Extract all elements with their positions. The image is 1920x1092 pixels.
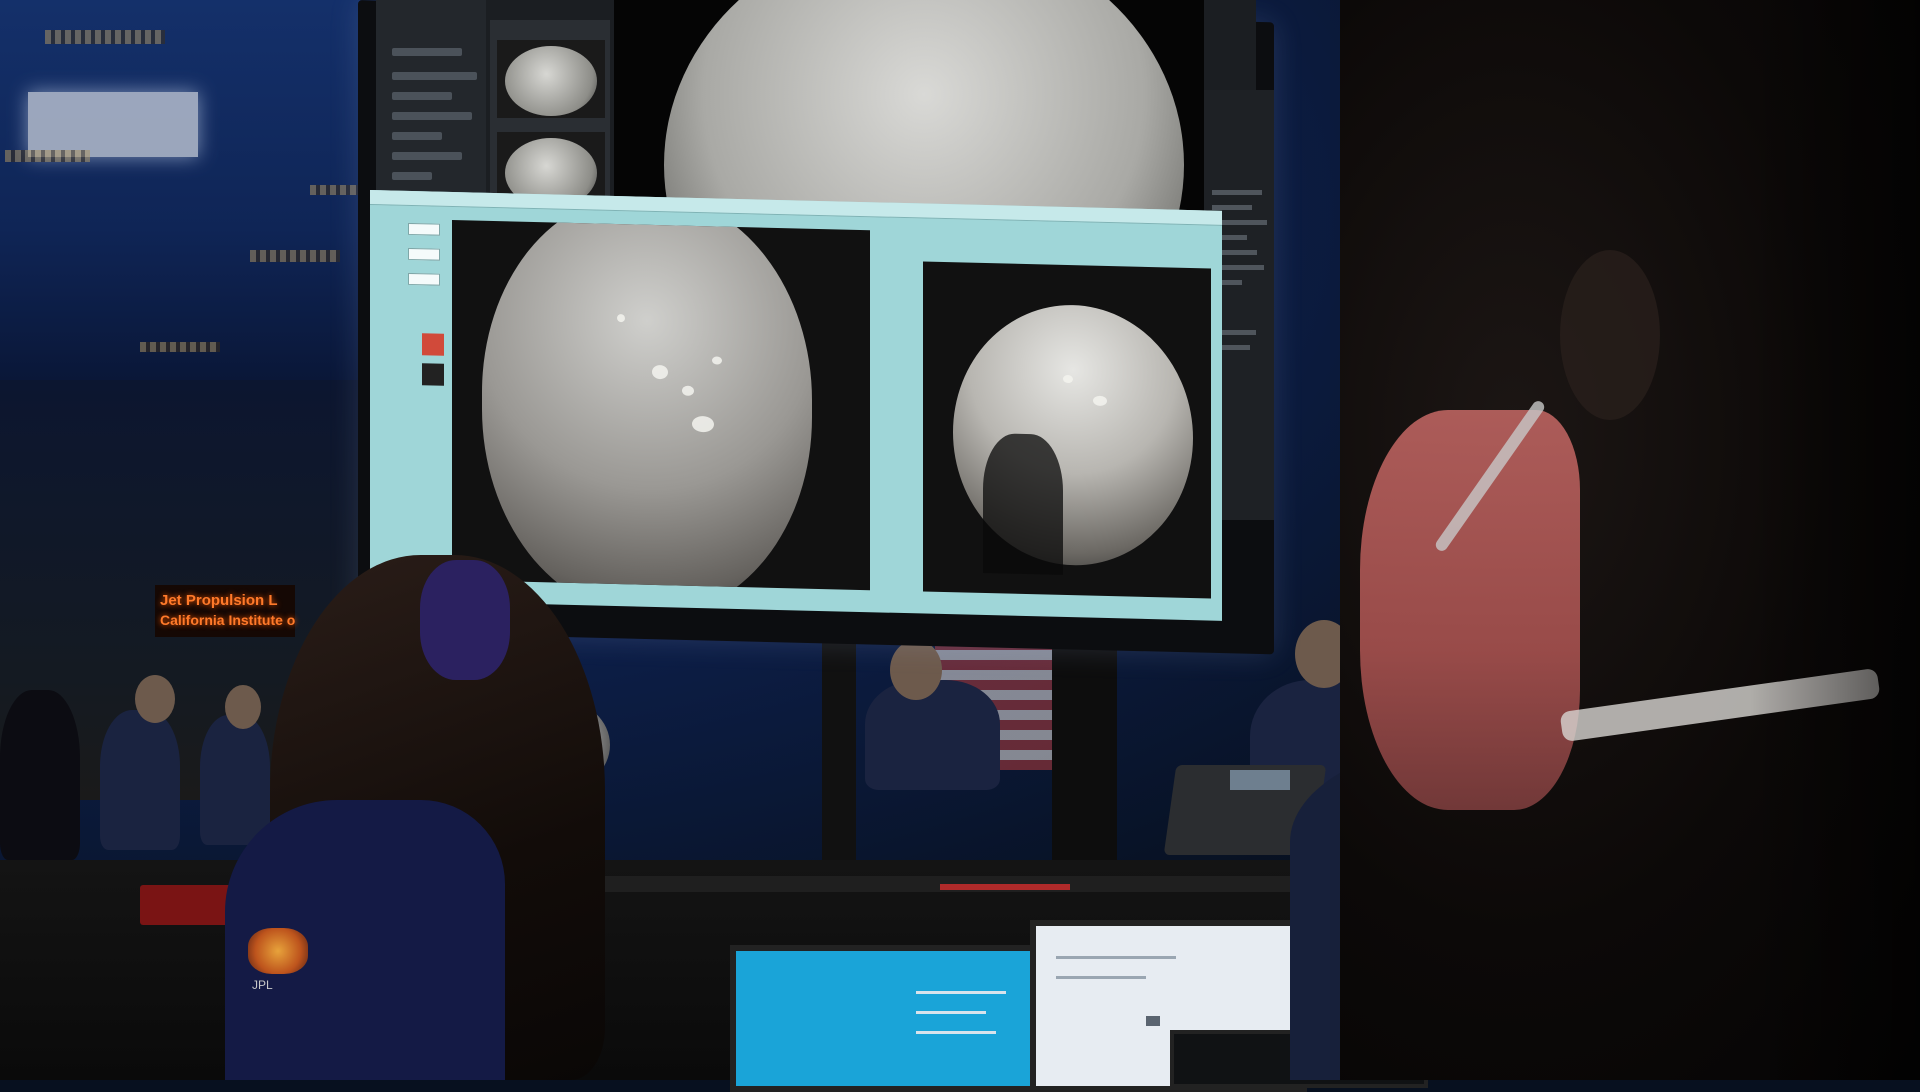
ceiling-light	[28, 92, 198, 157]
metadata-row	[1212, 190, 1262, 195]
ceiling-vent	[310, 185, 360, 195]
ceiling-vent	[250, 250, 340, 262]
background-person	[0, 690, 80, 860]
shadow-overlay	[1750, 0, 1920, 1080]
monitor-stand	[1052, 632, 1117, 872]
metadata-row	[1212, 205, 1252, 210]
ceiling-vent	[5, 150, 90, 162]
mars-surface-image-right	[923, 261, 1211, 599]
foreground-person-ear	[1560, 250, 1660, 420]
side-panel-row	[392, 132, 442, 140]
input-field[interactable]	[408, 247, 440, 261]
image-compare-window	[370, 190, 1222, 621]
pink-face-mask	[1360, 410, 1580, 810]
ceiling-vent	[45, 30, 165, 44]
background-person	[100, 710, 180, 850]
mission-logo-patch	[248, 928, 308, 974]
side-panel-row	[392, 172, 432, 180]
input-field[interactable]	[408, 222, 440, 236]
thumbnail-image[interactable]	[497, 40, 605, 118]
side-panel-row	[392, 48, 462, 56]
side-panel-row	[392, 152, 462, 160]
window-controls	[378, 212, 448, 594]
monitor-stand	[822, 632, 856, 872]
desk-monitor-left	[730, 945, 1042, 1092]
background-person-head	[135, 675, 175, 723]
side-panel-row	[392, 92, 452, 100]
jpl-sign-line-2: California Institute o	[160, 612, 296, 628]
phone-screen	[1230, 770, 1290, 790]
desk-red-strip	[940, 884, 1070, 890]
background-person	[200, 715, 270, 845]
ceiling-vent	[140, 342, 220, 352]
side-panel-row	[392, 72, 477, 80]
shirt-logo-text: JPL	[252, 978, 273, 992]
background-person-head	[890, 640, 942, 700]
headband	[420, 560, 510, 680]
mars-surface-image-left	[452, 220, 870, 591]
viewer-toolbar[interactable]	[560, 600, 1030, 616]
jpl-sign-line-1: Jet Propulsion L	[160, 592, 278, 609]
input-field[interactable]	[408, 272, 440, 286]
side-panel-row	[392, 112, 472, 120]
background-person-head	[225, 685, 261, 729]
color-swatch[interactable]	[422, 333, 444, 356]
background-person	[865, 680, 1000, 790]
ceiling	[0, 0, 360, 380]
color-swatch[interactable]	[422, 363, 444, 386]
